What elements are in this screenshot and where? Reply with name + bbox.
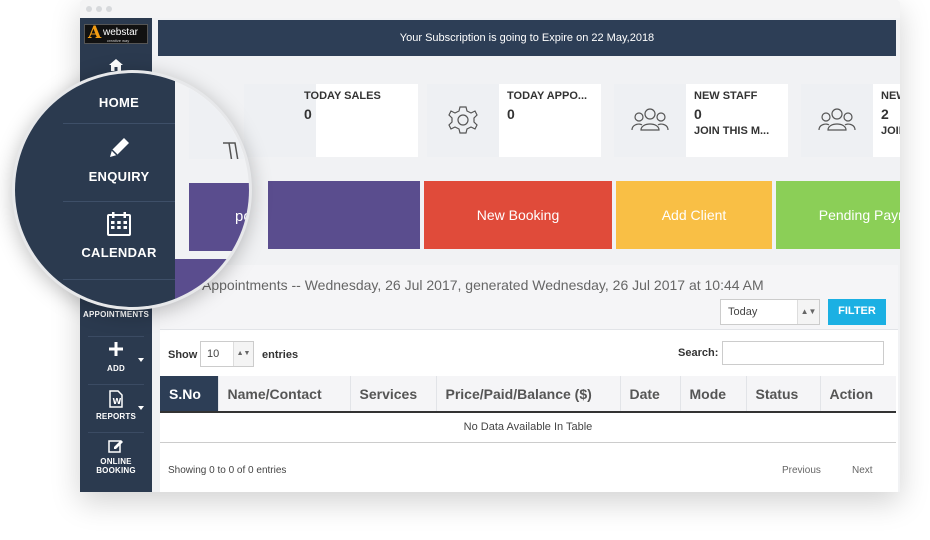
sidebar-divider	[63, 201, 175, 202]
users-icon	[631, 108, 669, 131]
sidebar-item-label: APPOINTMENTS	[83, 310, 149, 319]
magnified-reports-tile[interactable]: ports	[189, 183, 252, 251]
stat-value: 0	[507, 106, 515, 122]
main-content: Your Subscription is going to Expire on …	[152, 18, 900, 492]
stat-icon-area	[614, 84, 686, 157]
stat-icon-area	[801, 84, 873, 157]
logo-letter: A	[88, 23, 102, 43]
stat-card-today-sales[interactable]: TODAY SALES 0	[244, 84, 418, 157]
sidebar-item-label: REPORTS	[95, 412, 137, 421]
panel-header: Appointments -- Wednesday, 26 Jul 2017, …	[160, 265, 898, 330]
sidebar-divider	[88, 384, 144, 385]
entries-select[interactable]: 10 ▲▼	[200, 341, 254, 367]
stat-subtitle: JOIN THIS M...	[881, 125, 900, 137]
column-header[interactable]: S.No	[160, 376, 219, 413]
stat-card-new-clients[interactable]: NEW CLIENTS 2 JOIN THIS M...	[801, 84, 900, 157]
column-header[interactable]: Mode	[680, 376, 747, 413]
column-header[interactable]: Date	[620, 376, 681, 413]
magnified-panel-edge	[175, 259, 249, 307]
stat-title: TODAY APPO...	[507, 90, 588, 102]
sidebar-item-label: HOME	[98, 95, 140, 110]
stat-title: TODAY SALES	[304, 90, 381, 102]
sidebar-item-enquiry[interactable]: ENQUIRY	[63, 135, 175, 184]
search-label: Search:	[678, 347, 719, 359]
stat-value: 2	[881, 106, 889, 122]
window-dot-icon[interactable]	[86, 6, 92, 12]
calendar-icon	[107, 212, 131, 236]
window-titlebar	[80, 0, 900, 18]
sidebar-item-add[interactable]: ADD	[80, 342, 152, 373]
appointments-table: S.No Name/Contact Services Price/Paid/Ba…	[160, 376, 896, 443]
stat-subtitle: JOIN THIS M...	[694, 125, 770, 137]
edit-icon	[108, 440, 123, 453]
subscription-banner: Your Subscription is going to Expire on …	[158, 20, 896, 56]
stat-icon-area	[427, 84, 499, 157]
table-info: Showing 0 to 0 of 0 entries	[168, 465, 287, 476]
chevron-updown-icon: ▲▼	[797, 300, 819, 324]
magnifier-lens: HOME ENQUIRY CALENDAR ports	[12, 70, 252, 310]
chevron-down-icon[interactable]	[138, 406, 144, 410]
sidebar-item-home[interactable]: HOME	[63, 95, 175, 110]
new-booking-tile[interactable]: New Booking	[424, 181, 612, 249]
sidebar-divider	[63, 123, 175, 124]
logo[interactable]: A webstar creative way	[84, 23, 148, 44]
show-label: Show	[168, 349, 198, 361]
table-row: No Data Available In Table	[160, 412, 896, 443]
document-icon: W	[109, 390, 123, 408]
stat-title: NEW CLIENTS	[881, 90, 900, 102]
next-page-button[interactable]: Next	[852, 465, 873, 476]
magnified-sidebar: HOME ENQUIRY CALENDAR	[15, 73, 175, 307]
select-value: Today	[728, 306, 758, 318]
pending-payment-tile[interactable]: Pending Payment	[776, 181, 900, 249]
tile-label: ports	[235, 208, 252, 225]
sidebar-divider	[88, 432, 144, 433]
chevron-updown-icon: ▲▼	[233, 342, 253, 366]
sidebar-item-online-booking[interactable]: ONLINE BOOKING	[80, 438, 152, 475]
gear-icon	[448, 106, 478, 134]
column-header[interactable]: Price/Paid/Balance ($)	[436, 376, 621, 413]
date-range-select[interactable]: Today ▲▼	[720, 299, 820, 325]
sidebar-divider	[63, 279, 175, 280]
add-client-tile[interactable]: Add Client	[616, 181, 772, 249]
logo-tagline: creative way	[107, 38, 130, 43]
svg-text:W: W	[113, 397, 122, 406]
users-icon	[818, 108, 856, 131]
stat-title: NEW STAFF	[694, 90, 758, 102]
previous-page-button[interactable]: Previous	[782, 465, 821, 476]
column-header[interactable]: Name/Contact	[218, 376, 351, 413]
sidebar-item-reports[interactable]: W REPORTS	[80, 390, 152, 421]
sidebar-item-label: ONLINE	[100, 457, 132, 466]
pencil-icon	[110, 138, 129, 157]
panel-title: Appointments -- Wednesday, 26 Jul 2017, …	[202, 277, 764, 293]
stat-value: 0	[694, 106, 702, 122]
sidebar-item-calendar[interactable]: CALENDAR	[63, 211, 175, 260]
sidebar-item-label: BOOKING	[96, 466, 136, 475]
search-input[interactable]	[722, 341, 884, 365]
stat-card-new-staff[interactable]: NEW STAFF 0 JOIN THIS M...	[614, 84, 788, 157]
stat-icon-area	[189, 87, 249, 175]
entries-label: entries	[262, 349, 299, 361]
appointments-panel: Appointments -- Wednesday, 26 Jul 2017, …	[160, 265, 898, 492]
window-dot-icon[interactable]	[106, 6, 112, 12]
empty-table-message: No Data Available In Table	[160, 412, 896, 443]
stat-value: 0	[304, 106, 312, 122]
cart-icon	[223, 142, 243, 175]
column-header[interactable]: Status	[746, 376, 821, 413]
filter-button[interactable]: FILTER	[828, 299, 886, 325]
sidebar-item-label: CALENDAR	[81, 245, 157, 260]
column-header[interactable]: Services	[350, 376, 437, 413]
sidebar-item-label: ADD	[107, 364, 125, 373]
logo-word: webstar	[103, 27, 139, 38]
window-dot-icon[interactable]	[96, 6, 102, 12]
reports-tile[interactable]	[268, 181, 420, 249]
sidebar-item-label: ENQUIRY	[88, 169, 150, 184]
magnified-stat-card	[189, 87, 249, 175]
column-header[interactable]: Action	[820, 376, 896, 413]
plus-icon	[109, 342, 123, 356]
chevron-down-icon[interactable]	[138, 358, 144, 362]
stat-card-today-appointments[interactable]: TODAY APPO... 0	[427, 84, 601, 157]
table-header-row: S.No Name/Contact Services Price/Paid/Ba…	[160, 376, 896, 413]
entries-value: 10	[207, 348, 220, 360]
sidebar-divider	[88, 336, 144, 337]
